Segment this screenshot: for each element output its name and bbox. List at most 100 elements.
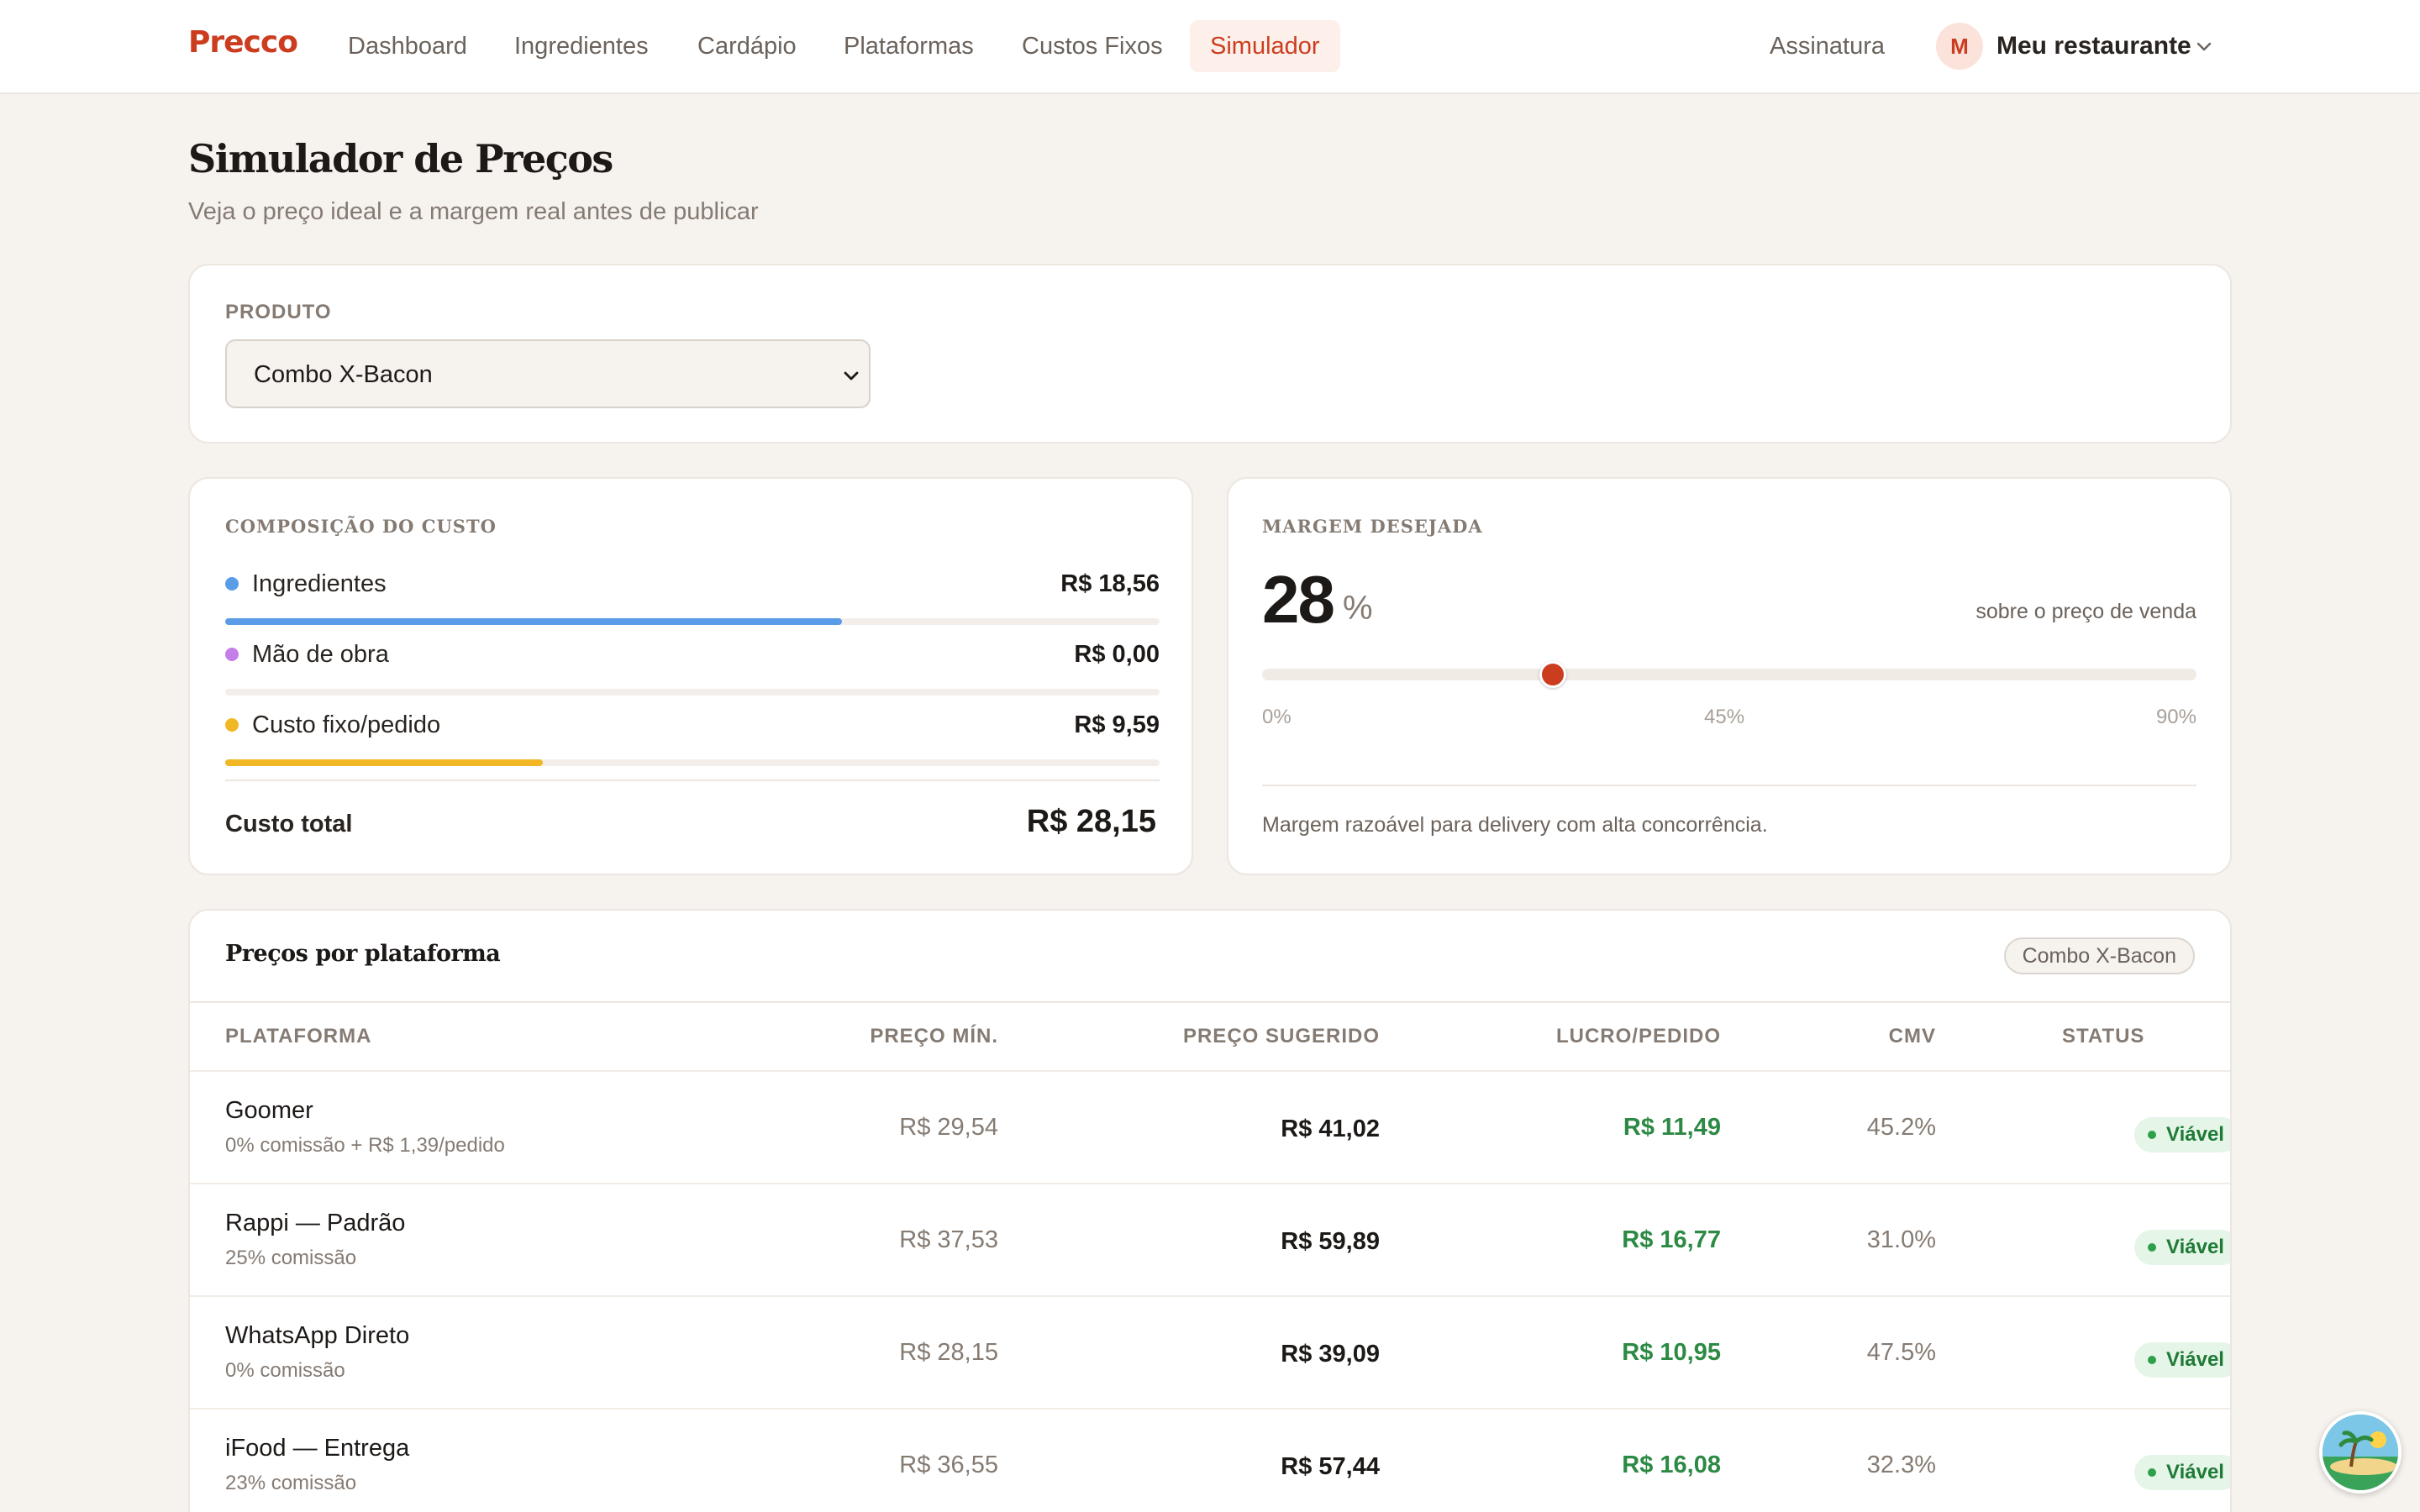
platform-name: Rappi — Padrão [225,1210,406,1236]
cmv-value: 32.3% [1866,1452,1936,1478]
min-price: R$ 36,55 [899,1452,998,1478]
platform-commission: 0% comissão [225,1359,345,1382]
status-text: Viável [2166,1123,2224,1146]
min-price: R$ 37,53 [899,1226,998,1253]
cost-item-mao-de-obra: Mão de obra R$ 0,00 [225,633,1160,704]
suggested-price: R$ 41,02 [1281,1116,1380,1142]
status-badge: Viável [2134,1342,2230,1378]
platform-commission: 0% comissão + R$ 1,39/pedido [225,1134,505,1157]
nav-link-ingredientes[interactable]: Ingredientes [494,20,669,72]
profit-per-order: R$ 16,77 [1622,1226,1721,1253]
cost-item-value: R$ 18,56 [1060,570,1160,597]
table-row: Rappi — Padrão 25% comissão R$ 37,53 R$ … [190,1183,2230,1295]
platform-name: WhatsApp Direto [225,1322,410,1349]
nav-link-dashboard[interactable]: Dashboard [328,20,487,72]
status-text: Viável [2166,1461,2224,1483]
beach-icon [2323,1415,2398,1490]
status-dot-icon [2148,1356,2156,1364]
cost-item-label: Custo fixo/pedido [252,711,441,738]
platform-name: Goomer [225,1097,313,1124]
cost-dot [225,718,239,732]
platform-commission: 23% comissão [225,1472,357,1494]
cost-dot [225,648,239,661]
column-header-plataforma: PLATAFORMA [225,1025,372,1047]
min-price: R$ 29,54 [899,1114,998,1141]
min-price: R$ 28,15 [899,1339,998,1366]
margin-note: sobre o preço de venda [1975,600,2196,623]
profit-per-order: R$ 11,49 [1623,1114,1721,1141]
restaurant-switcher[interactable]: Meu restaurante [1996,20,2191,72]
slider-tick-max: 90% [2155,706,2196,728]
cost-bar-track [225,689,1160,696]
column-header-status: STATUS [2062,1025,2145,1047]
cost-bar-track [225,618,1160,625]
platform-prices-card: Preços por plataforma Combo X-Bacon PLAT… [188,909,2232,1512]
cost-bar-fill [225,759,544,766]
margin-slider-thumb[interactable] [1539,661,1566,688]
margin-card: MARGEM DESEJADA 28 % sobre o preço de ve… [1227,477,2232,875]
product-label: PRODUTO [225,301,332,323]
slider-tick-mid: 45% [1704,706,1745,728]
status-badge: Viável [2134,1230,2230,1265]
cmv-value: 45.2% [1866,1114,1936,1141]
cost-item-label: Mão de obra [252,641,389,668]
page-subtitle: Veja o preço ideal e a margem real antes… [188,198,759,225]
cost-dot [225,577,239,591]
cost-bar-fill [225,618,842,625]
status-text: Viável [2166,1236,2224,1258]
cost-total-value: R$ 28,15 [1026,804,1156,839]
product-select[interactable]: Combo X-Bacon [225,339,871,408]
column-header-cmv: CMV [1888,1025,1936,1047]
nav-link-cardapio[interactable]: Cardápio [677,20,817,72]
margin-label: MARGEM DESEJADA [1262,516,1483,537]
cost-item-ingredientes: Ingredientes R$ 18,56 [225,563,1160,633]
platform-commission: 25% comissão [225,1247,357,1269]
cmv-value: 47.5% [1866,1339,1936,1366]
product-card: PRODUTO Combo X-Bacon [188,264,2232,444]
nav-link-custos-fixos[interactable]: Custos Fixos [1002,20,1183,72]
nav-link-plataformas[interactable]: Plataformas [823,20,994,72]
brand-logo[interactable]: Precco [188,25,298,60]
profit-per-order: R$ 16,08 [1622,1452,1721,1478]
avatar[interactable]: M [1936,23,1983,70]
status-badge: Viável [2134,1117,2230,1152]
column-header-preco-sugerido: PREÇO SUGERIDO [1182,1025,1380,1047]
table-row: Goomer 0% comissão + R$ 1,39/pedido R$ 2… [190,1070,2230,1183]
cost-total-label: Custo total [225,811,353,837]
margin-slider-track[interactable] [1262,669,2196,680]
margin-unit: % [1343,590,1373,627]
chevron-down-icon[interactable] [2195,37,2213,55]
platform-name: iFood — Entrega [225,1435,410,1462]
top-navbar: Precco Dashboard Ingredientes Cardápio P… [0,0,2420,94]
nav-link-assinatura[interactable]: Assinatura [1770,20,1885,72]
cost-item-label: Ingredientes [252,570,387,597]
assistant-float-button[interactable] [2319,1411,2402,1494]
column-header-preco-min: PREÇO MÍN. [870,1025,998,1047]
status-dot-icon [2148,1468,2156,1477]
cost-bar-track [225,759,1160,766]
product-select-value: Combo X-Bacon [254,361,433,388]
margin-hint: Margem razoável para delivery com alta c… [1262,813,1768,837]
status-dot-icon [2148,1243,2156,1252]
divider [1262,785,2196,786]
suggested-price: R$ 39,09 [1281,1341,1380,1368]
divider [225,780,1160,781]
cost-composition-card: COMPOSIÇÃO DO CUSTO Ingredientes R$ 18,5… [188,477,1193,875]
suggested-price: R$ 57,44 [1281,1453,1380,1480]
cost-item-value: R$ 9,59 [1074,711,1160,738]
cmv-value: 31.0% [1866,1226,1936,1253]
table-row: iFood — Entrega 23% comissão R$ 36,55 R$… [190,1408,2230,1512]
chevron-down-icon [844,371,859,381]
cost-item-custo-fixo: Custo fixo/pedido R$ 9,59 [225,704,1160,774]
platform-prices-title: Preços por plataforma [225,941,501,967]
status-text: Viável [2166,1348,2224,1371]
status-badge: Viável [2134,1455,2230,1490]
status-dot-icon [2148,1131,2156,1139]
slider-tick-min: 0% [1262,706,1292,728]
cost-item-value: R$ 0,00 [1074,641,1160,668]
table-row: WhatsApp Direto 0% comissão R$ 28,15 R$ … [190,1295,2230,1408]
column-header-lucro-pedido: LUCRO/PEDIDO [1555,1025,1721,1047]
cost-composition-label: COMPOSIÇÃO DO CUSTO [225,516,497,537]
product-tag: Combo X-Bacon [2003,937,2195,974]
nav-link-simulador[interactable]: Simulador [1190,20,1340,72]
